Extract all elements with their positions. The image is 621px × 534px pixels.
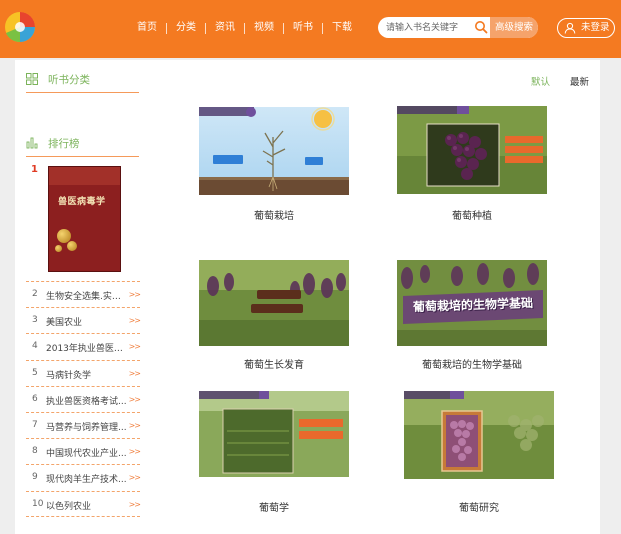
- more-arrow[interactable]: >>: [129, 395, 141, 404]
- rank-number: 8: [32, 446, 38, 457]
- more-arrow[interactable]: >>: [129, 421, 141, 430]
- more-arrow[interactable]: >>: [129, 369, 141, 378]
- more-arrow[interactable]: >>: [129, 290, 141, 299]
- nav-home[interactable]: 首页: [128, 21, 166, 35]
- course-thumbnail[interactable]: [397, 106, 547, 194]
- course-title[interactable]: 葡萄栽培: [199, 207, 349, 222]
- book-title[interactable]: 以色列农业: [46, 499, 128, 512]
- top-header: 首页 分类 资讯 视频 听书 下载 高级搜索 未登录: [0, 0, 621, 58]
- course-thumbnail[interactable]: [404, 391, 554, 479]
- list-item[interactable]: 10 以色列农业 >>: [26, 490, 141, 517]
- nav-category[interactable]: 分类: [167, 21, 205, 35]
- course-card[interactable]: 葡萄栽培的生物学基础 葡萄栽培的生物学基础: [397, 260, 547, 400]
- course-title[interactable]: 葡萄栽培的生物学基础: [397, 356, 547, 371]
- vineyard-photo-image: [199, 260, 349, 346]
- advanced-search-button[interactable]: 高级搜索: [490, 17, 538, 38]
- nav-audiobook[interactable]: 听书: [284, 21, 322, 35]
- sort-latest[interactable]: 最新: [570, 74, 589, 88]
- main-nav: 首页 分类 资讯 视频 听书 下载: [128, 21, 361, 35]
- course-title[interactable]: 葡萄种植: [397, 207, 547, 222]
- list-item[interactable]: 6 执业兽医资格考试... >>: [26, 385, 141, 412]
- course-card[interactable]: 葡萄研究: [404, 391, 554, 531]
- rank-number: 7: [32, 419, 38, 430]
- more-arrow[interactable]: >>: [129, 473, 141, 482]
- list-item[interactable]: 9 现代肉羊生产技术... >>: [26, 464, 141, 490]
- vine-scene-image: [199, 107, 349, 195]
- category-title[interactable]: 听书分类: [48, 72, 90, 87]
- cover-band: [49, 167, 120, 185]
- course-thumbnail[interactable]: [199, 260, 349, 346]
- rank-number: 5: [32, 367, 38, 378]
- more-arrow[interactable]: >>: [129, 342, 141, 351]
- list-item[interactable]: 5 马病针灸学 >>: [26, 359, 141, 386]
- ranking-heading: 排行榜: [26, 136, 80, 150]
- user-icon: [564, 22, 576, 34]
- book-title[interactable]: 马病针灸学: [46, 368, 128, 381]
- book-title[interactable]: 马营养与饲养管理...: [46, 420, 128, 433]
- course-thumbnail[interactable]: [199, 391, 349, 477]
- book-title[interactable]: 2013年执业兽医资...: [46, 341, 128, 354]
- list-item[interactable]: 7 马营养与饲养管理... >>: [26, 411, 141, 438]
- course-title[interactable]: 葡萄生长发育: [199, 356, 349, 371]
- logo-icon[interactable]: [4, 11, 36, 43]
- rank-number: 10: [32, 498, 44, 509]
- list-item[interactable]: 3 美国农业 >>: [26, 307, 141, 333]
- course-card[interactable]: 葡萄学: [199, 391, 349, 531]
- course-thumbnail[interactable]: 葡萄栽培的生物学基础: [397, 260, 547, 346]
- rank-number: 6: [32, 393, 38, 404]
- ranking-title: 排行榜: [48, 137, 80, 150]
- vineyard-rows-image: [199, 391, 349, 477]
- book-title[interactable]: 执业兽医资格考试...: [46, 394, 128, 407]
- book-title[interactable]: 现代肉羊生产技术...: [46, 472, 128, 485]
- main-panel: 听书分类 排行榜 1 兽医病毒学 2 生物安全选集.实验... >> 3 美国农业 >>…: [15, 60, 600, 534]
- book-title[interactable]: 美国农业: [46, 315, 128, 328]
- login-button[interactable]: 未登录: [557, 18, 615, 38]
- course-thumbnail[interactable]: [199, 107, 349, 195]
- course-title[interactable]: 葡萄学: [199, 499, 349, 514]
- rank-number: 1: [31, 164, 38, 175]
- list-item[interactable]: 8 中国现代农业产业... >>: [26, 438, 141, 464]
- list-item[interactable]: 2 生物安全选集.实验... >>: [26, 281, 141, 307]
- rank-number: 9: [32, 472, 38, 483]
- ranking-list: 2 生物安全选集.实验... >> 3 美国农业 >> 4 2013年执业兽医资... >>…: [26, 281, 141, 517]
- nav-download[interactable]: 下载: [323, 21, 361, 35]
- book-title[interactable]: 中国现代农业产业...: [46, 446, 128, 459]
- nav-news[interactable]: 资讯: [206, 21, 244, 35]
- grape-photo-image: [397, 106, 547, 194]
- rank-number: 2: [32, 289, 38, 299]
- course-card[interactable]: 葡萄栽培: [199, 107, 349, 247]
- grape-cluster-image: [404, 391, 554, 479]
- search-box: 高级搜索: [378, 17, 538, 38]
- more-arrow[interactable]: >>: [129, 500, 141, 509]
- sort-default[interactable]: 默认: [531, 74, 550, 88]
- grid-icon: [26, 73, 38, 85]
- ranking-underline: [26, 156, 139, 157]
- course-title[interactable]: 葡萄研究: [404, 499, 554, 514]
- cover-decoration: [67, 241, 77, 251]
- list-item[interactable]: 4 2013年执业兽医资... >>: [26, 333, 141, 359]
- book-cover-image[interactable]: 兽医病毒学: [48, 166, 121, 272]
- more-arrow[interactable]: >>: [129, 447, 141, 456]
- nav-video[interactable]: 视频: [245, 21, 283, 35]
- category-heading: 听书分类: [26, 72, 90, 86]
- book-title[interactable]: 生物安全选集.实验...: [46, 289, 128, 302]
- rank-number: 4: [32, 341, 38, 352]
- login-label: 未登录: [581, 22, 610, 33]
- bar-chart-icon: [26, 137, 38, 149]
- category-underline: [26, 92, 139, 93]
- cover-decoration: [55, 245, 62, 252]
- rank-number: 3: [32, 315, 38, 326]
- course-card[interactable]: 葡萄生长发育: [199, 260, 349, 400]
- cover-title: 兽医病毒学: [58, 197, 106, 207]
- search-icon[interactable]: [474, 20, 488, 34]
- search-input[interactable]: [386, 19, 474, 36]
- more-arrow[interactable]: >>: [129, 316, 141, 325]
- course-card[interactable]: 葡萄种植: [397, 106, 547, 246]
